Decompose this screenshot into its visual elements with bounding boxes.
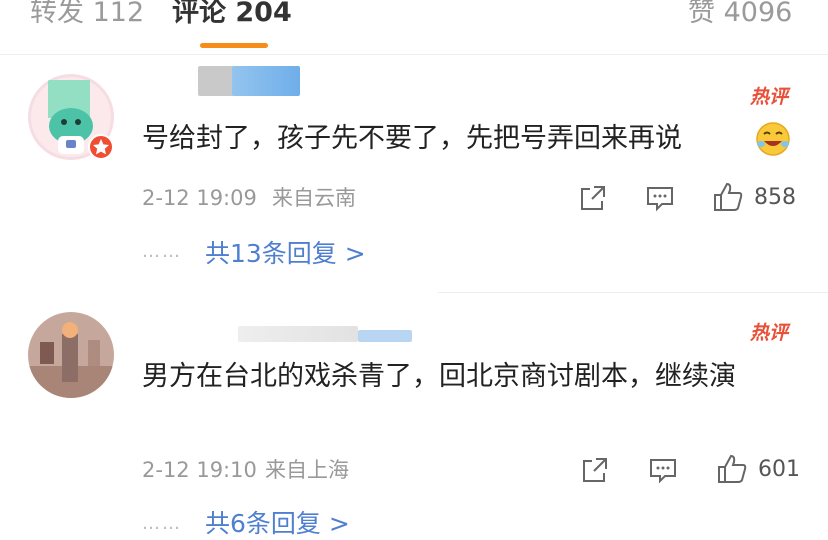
- like-icon[interactable]: [716, 453, 748, 485]
- reply-ellipsis: ……: [142, 241, 182, 262]
- verified-badge-icon: [88, 134, 114, 160]
- like-count: 601: [758, 457, 800, 482]
- reply-ellipsis: ……: [142, 513, 182, 534]
- comment-tabs: 转发 112 评论 204 赞 4096: [0, 0, 828, 55]
- comment-time: 2-12 19:10: [142, 458, 257, 482]
- comment-location: 来自上海: [265, 458, 349, 482]
- comment-icon[interactable]: [648, 455, 678, 485]
- comment-text: 男方在台北的戏杀青了，回北京商讨剧本，继续演: [142, 361, 736, 392]
- like-icon[interactable]: [712, 181, 744, 213]
- share-icon[interactable]: [580, 455, 610, 485]
- hot-comment-tag: 热评: [750, 322, 789, 344]
- username-redacted-blur: [232, 66, 300, 96]
- comment-location: 来自云南: [272, 186, 356, 210]
- comment-icon[interactable]: [645, 183, 675, 213]
- username-redacted[interactable]: [198, 66, 234, 96]
- tab-likes[interactable]: 赞 4096: [688, 0, 792, 30]
- view-replies-link[interactable]: 共6条回复 >: [205, 508, 350, 540]
- avatar[interactable]: [28, 312, 114, 398]
- active-tab-indicator: [200, 43, 268, 48]
- tab-comments[interactable]: 评论 204: [172, 0, 292, 30]
- username-redacted-blur: [358, 330, 412, 342]
- laughing-emoji-icon: [756, 122, 790, 156]
- tabs-divider: [0, 54, 828, 55]
- hot-comment-tag: 热评: [750, 86, 789, 108]
- tab-repost[interactable]: 转发 112: [30, 0, 144, 30]
- share-icon[interactable]: [578, 183, 608, 213]
- comment-divider: [438, 292, 828, 293]
- comment-text: 号给封了，孩子先不要了，先把号弄回来再说: [142, 123, 682, 154]
- username-redacted[interactable]: [238, 326, 358, 342]
- comment-time: 2-12 19:09: [142, 186, 257, 210]
- view-replies-link[interactable]: 共13条回复 >: [205, 238, 366, 270]
- like-count: 858: [754, 185, 796, 210]
